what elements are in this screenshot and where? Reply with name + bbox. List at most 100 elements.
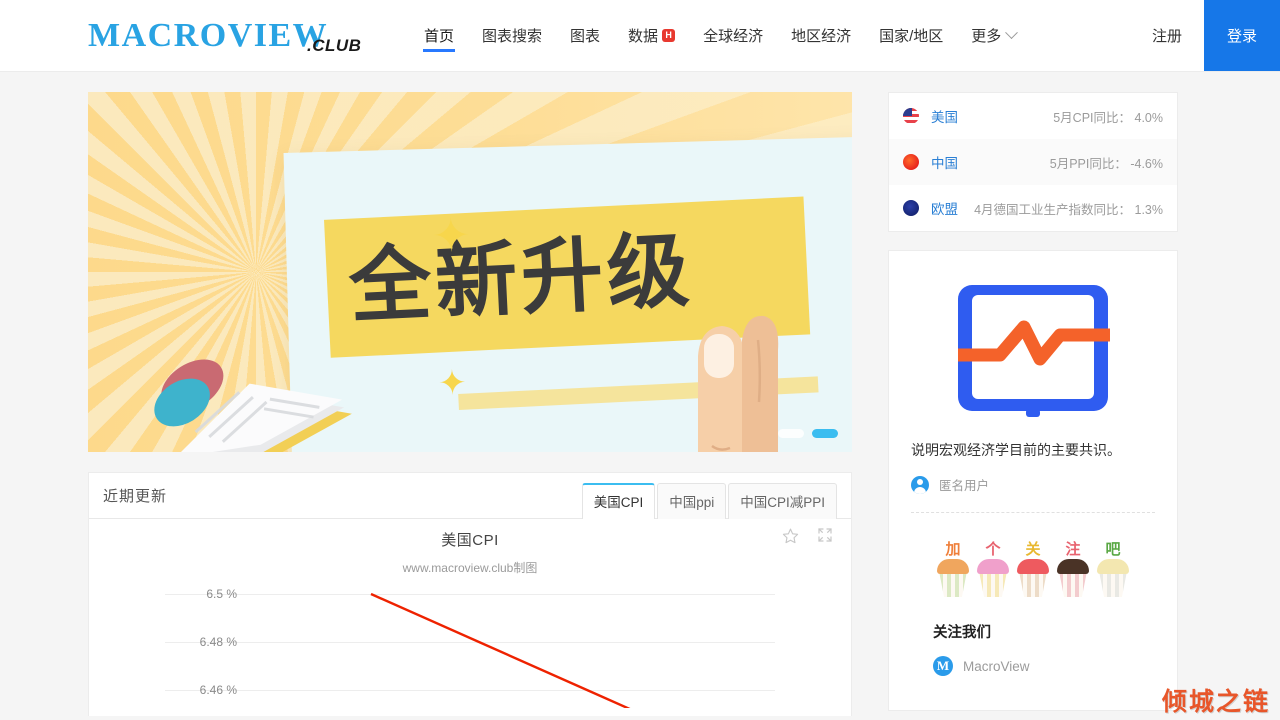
chevron-down-icon	[1005, 26, 1019, 40]
nav-account-actions: 注册 登录	[1130, 0, 1280, 71]
nav-item-1[interactable]: 图表搜索	[468, 0, 556, 71]
cupcake-wrapper	[1099, 571, 1127, 597]
cupcake-4: 吧	[1094, 541, 1132, 599]
nav-item-label: 数据	[628, 28, 659, 45]
cupcake-frosting	[1057, 559, 1089, 574]
recent-updates-title: 近期更新	[103, 488, 168, 505]
cupcake-body	[934, 559, 972, 599]
cupcake-1: 个	[974, 541, 1012, 599]
hero-banner-carousel[interactable]: 全新升级 ✦ ✦ ✦ ✦	[88, 92, 852, 452]
cupcake-body	[1094, 559, 1132, 599]
chart-plot-area: 6.5 % 6.48 % 6.46 %	[89, 587, 851, 708]
cupcake-wrapper	[1019, 571, 1047, 597]
flag-eu-icon	[903, 200, 919, 216]
recent-updates-card: 近期更新 美国CPI 中国ppi 中国CPI减PPI 美国CPI www.mac…	[88, 472, 852, 716]
social-account-name: MacroView	[963, 658, 1030, 674]
recent-updates-header: 近期更新 美国CPI 中国ppi 中国CPI减PPI	[89, 473, 851, 519]
cupcake-frosting	[937, 559, 969, 574]
hand-illustration	[698, 315, 779, 452]
ticker-value: 5月PPI同比： -4.6%	[1049, 156, 1163, 171]
page-body: 全新升级 ✦ ✦ ✦ ✦	[0, 72, 1280, 716]
tab-1[interactable]: 中国ppi	[657, 483, 727, 519]
cupcake-frosting	[1097, 559, 1129, 574]
nav-item-2[interactable]: 图表	[556, 0, 614, 71]
main-column: 全新升级 ✦ ✦ ✦ ✦	[88, 92, 852, 716]
carousel-dot-0[interactable]	[778, 429, 804, 438]
carousel-indicators[interactable]	[778, 429, 838, 438]
nav-item-6[interactable]: 国家/地区	[865, 0, 957, 71]
ticker-country-name: 中国	[931, 156, 958, 171]
ticker-country-name: 美国	[931, 110, 958, 125]
cupcake-body	[974, 559, 1012, 599]
site-header: MACROVIEW .CLUB 首页 图表搜索 图表 数据 H 全球经济 地区经济 国家/地区…	[0, 0, 1280, 72]
cupcake-frosting	[1017, 559, 1049, 574]
cupcake-body	[1014, 559, 1052, 599]
tab-2[interactable]: 中国CPI减PPI	[728, 483, 837, 519]
nav-item-label: 图表搜索	[482, 28, 543, 45]
site-logo[interactable]: MACROVIEW .CLUB	[0, 0, 400, 71]
cupcake-frosting	[977, 559, 1009, 574]
expand-icon[interactable]	[817, 527, 833, 547]
register-link[interactable]: 注册	[1130, 0, 1204, 71]
economic-tickers-card: 美国 5月CPI同比： 4.0% 中国 5月PPI同比： -4.6% 欧盟 4月德国工业生…	[888, 92, 1178, 232]
sparkle-icon: ✦	[437, 363, 468, 403]
cupcake-wrapper	[1059, 571, 1087, 597]
chart-title: 美国CPI	[441, 532, 499, 549]
nav-item-label: 图表	[570, 28, 601, 45]
watermark: 倾城之链	[1161, 687, 1270, 716]
nav-item-4[interactable]: 全球经济	[689, 0, 777, 71]
follow-us-title: 关注我们	[933, 625, 991, 641]
follow-us-section: 加 个 关 注 吧 关注我们 M MacroView	[911, 513, 1155, 694]
login-button[interactable]: 登录	[1204, 0, 1280, 71]
social-account-row[interactable]: M MacroView	[933, 656, 1133, 676]
cupcake-illustration: 加个 关 注 吧	[933, 523, 1133, 621]
cupcake-2: 关	[1014, 541, 1052, 599]
chart-tabs: 美国CPI 中国ppi 中国CPI减PPI	[581, 483, 837, 519]
nav-item-label: 首页	[424, 28, 455, 45]
cupcake-wrapper	[979, 571, 1007, 597]
ticker-row[interactable]: 美国 5月CPI同比： 4.0%	[889, 93, 1177, 139]
ticker-value: 5月CPI同比： 4.0%	[1053, 110, 1163, 125]
line-chart-frame-icon	[911, 271, 1155, 439]
ticker-row[interactable]: 中国 5月PPI同比： -4.6%	[889, 139, 1177, 185]
nav-item-3[interactable]: 数据 H	[614, 0, 689, 71]
ticker-country-name: 欧盟	[931, 202, 958, 217]
chart-line-series	[370, 592, 631, 708]
chart-subtitle: www.macroview.club制图	[402, 561, 538, 575]
ticker-row[interactable]: 欧盟 4月德国工业生产指数同比： 1.3%	[889, 185, 1177, 231]
tab-0[interactable]: 美国CPI	[581, 483, 656, 519]
promo-card[interactable]: 说明宏观经济学目前的主要共识。 匿名用户 加 个 关 注 吧 关注我们 M MacroV…	[888, 250, 1178, 711]
nav-item-5[interactable]: 地区经济	[777, 0, 865, 71]
flag-cn-icon	[903, 154, 919, 170]
cupcake-character: 关	[1025, 540, 1041, 558]
sidebar: 美国 5月CPI同比： 4.0% 中国 5月PPI同比： -4.6% 欧盟 4月德国工业生…	[888, 92, 1178, 716]
avatar	[911, 475, 929, 494]
nav-item-label: 国家/地区	[879, 28, 944, 45]
nav-item-label: 地区经济	[791, 28, 852, 45]
cupcake-character: 吧	[1105, 540, 1121, 558]
chart-panel: 美国CPI www.macroview.club制图 6.5 % 6.48 % 6.…	[89, 519, 851, 715]
nav-item-7[interactable]: 更多	[957, 0, 1030, 71]
cupcake-character: 注	[1065, 540, 1081, 558]
chart-toolbar	[782, 527, 833, 547]
promo-author: 匿名用户	[911, 475, 1155, 494]
promo-description: 说明宏观经济学目前的主要共识。	[911, 442, 1121, 458]
sparkle-icon: ✦	[431, 208, 472, 262]
cupcake-3: 注	[1054, 541, 1092, 599]
carousel-dot-1[interactable]	[812, 429, 838, 438]
cupcake-character: 个	[985, 540, 1001, 558]
star-icon[interactable]	[782, 527, 799, 547]
cupcake-0: 加	[934, 541, 972, 599]
cupcake-body	[1054, 559, 1092, 599]
logo-text: MACROVIEW	[88, 16, 329, 54]
logo-suffix: .CLUB	[307, 36, 362, 55]
nav-item-label: 全球经济	[703, 28, 764, 45]
ticker-value: 4月德国工业生产指数同比： 1.3%	[974, 202, 1163, 217]
cupcake-wrapper	[939, 571, 967, 597]
nav-item-0[interactable]: 首页	[410, 0, 468, 71]
flag-us-icon	[903, 108, 919, 124]
nav-item-label: 更多	[971, 28, 1002, 45]
promo-username: 匿名用户	[939, 479, 990, 493]
main-navigation: 首页 图表搜索 图表 数据 H 全球经济 地区经济 国家/地区 更多	[410, 0, 1130, 71]
new-badge-icon: H	[662, 29, 676, 42]
